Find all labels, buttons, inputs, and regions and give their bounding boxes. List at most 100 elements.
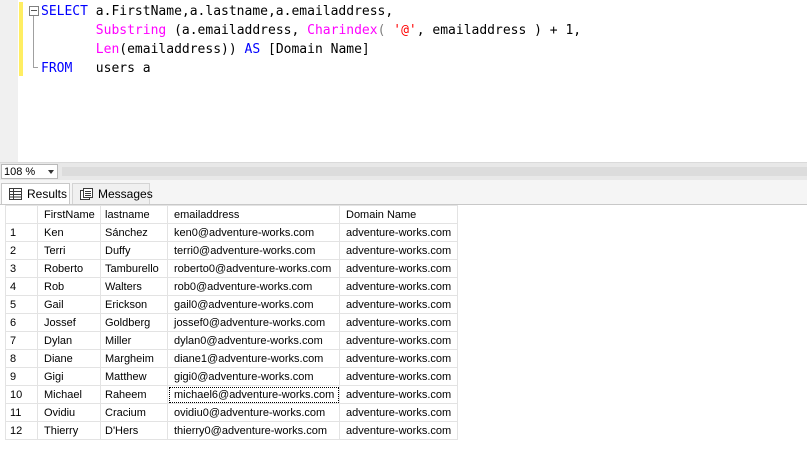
cell-domain-name[interactable]: adventure-works.com (339, 403, 458, 422)
cell-domain-name[interactable]: adventure-works.com (339, 241, 458, 260)
cell-lastname[interactable]: Miller (100, 331, 168, 350)
table-row[interactable]: 4 Rob Walters rob0@adventure-works.com adven… (5, 277, 458, 296)
row-number[interactable]: 12 (5, 421, 38, 440)
results-grid[interactable]: FirstName lastname emailaddress Domain N… (0, 205, 807, 454)
cell-emailaddress[interactable]: dylan0@adventure-works.com (167, 331, 340, 350)
table-row[interactable]: 8 Diane Margheim diane1@adventure-works.com… (5, 349, 458, 368)
select-columns: a.FirstName,a.lastname,a.emailaddress, (95, 4, 394, 19)
row-number[interactable]: 3 (5, 259, 38, 278)
row-number[interactable]: 5 (5, 295, 38, 314)
cell-emailaddress[interactable]: roberto0@adventure-works.com (167, 259, 340, 278)
horizontal-scrollbar[interactable] (62, 167, 807, 176)
cell-emailaddress[interactable]: rob0@adventure-works.com (167, 277, 340, 296)
messages-icon (80, 188, 93, 200)
cell-firstname[interactable]: Gigi (37, 367, 101, 386)
row-number[interactable]: 11 (5, 403, 38, 422)
cell-firstname[interactable]: Terri (37, 241, 101, 260)
cell-emailaddress[interactable]: ovidiu0@adventure-works.com (167, 403, 340, 422)
cell-firstname[interactable]: Roberto (37, 259, 101, 278)
table-row[interactable]: 1 Ken Sánchez ken0@adventure-works.com adven… (5, 223, 458, 242)
table-row[interactable]: 3 Roberto Tamburello roberto0@adventure-wor… (5, 259, 458, 278)
cell-firstname[interactable]: Ken (37, 223, 101, 242)
code-text[interactable]: SELECT a.FirstName,a.lastname,a.emailadd… (41, 2, 581, 78)
cell-firstname[interactable]: Rob (37, 277, 101, 296)
cell-emailaddress[interactable]: jossef0@adventure-works.com (167, 313, 340, 332)
result-tabs: Results Messages (0, 180, 807, 205)
cell-lastname[interactable]: Margheim (100, 349, 168, 368)
column-header-emailaddress[interactable]: emailaddress (167, 205, 340, 224)
cell-firstname[interactable]: Thierry (37, 421, 101, 440)
table-row[interactable]: 6 Jossef Goldberg jossef0@adventure-works.c… (5, 313, 458, 332)
tab-results[interactable]: Results (1, 183, 70, 204)
cell-firstname[interactable]: Gail (37, 295, 101, 314)
tab-messages[interactable]: Messages (72, 183, 153, 204)
column-header-firstname[interactable]: FirstName (37, 205, 101, 224)
tab-messages-label: Messages (98, 187, 153, 201)
keyword-as: AS (244, 42, 261, 57)
table-row[interactable]: 2 Terri Duffy terri0@adventure-works.com adv… (5, 241, 458, 260)
table-row[interactable]: 10 Michael Raheem michael6@adventure-works.… (5, 385, 458, 404)
cell-domain-name[interactable]: adventure-works.com (339, 367, 458, 386)
cell-emailaddress[interactable]: gail0@adventure-works.com (167, 295, 340, 314)
cell-emailaddress[interactable]: terri0@adventure-works.com (167, 241, 340, 260)
header-row: FirstName lastname emailaddress Domain N… (5, 205, 458, 224)
cell-firstname[interactable]: Dylan (37, 331, 101, 350)
cell-lastname[interactable]: D'Hers (100, 421, 168, 440)
cell-firstname[interactable]: Ovidiu (37, 403, 101, 422)
cell-lastname[interactable]: Sánchez (100, 223, 168, 242)
column-header-domain-name[interactable]: Domain Name (339, 205, 458, 224)
cell-lastname[interactable]: Duffy (100, 241, 168, 260)
row-number[interactable]: 1 (5, 223, 38, 242)
cell-emailaddress[interactable]: ken0@adventure-works.com (167, 223, 340, 242)
row-number[interactable]: 2 (5, 241, 38, 260)
cell-lastname[interactable]: Cracium (100, 403, 168, 422)
cell-domain-name[interactable]: adventure-works.com (339, 259, 458, 278)
cell-emailaddress[interactable]: michael6@adventure-works.com (167, 385, 340, 404)
cell-lastname[interactable]: Walters (100, 277, 168, 296)
cell-lastname[interactable]: Goldberg (100, 313, 168, 332)
cell-firstname[interactable]: Jossef (37, 313, 101, 332)
cell-lastname[interactable]: Raheem (100, 385, 168, 404)
sql-editor[interactable]: SELECT a.FirstName,a.lastname,a.emailadd… (0, 0, 807, 162)
cell-domain-name[interactable]: adventure-works.com (339, 385, 458, 404)
chevron-down-icon[interactable] (48, 170, 54, 174)
cell-firstname[interactable]: Diane (37, 349, 101, 368)
row-number[interactable]: 10 (5, 385, 38, 404)
collapse-region-icon[interactable] (29, 6, 39, 16)
results-table: FirstName lastname emailaddress Domain N… (5, 205, 458, 440)
cell-domain-name[interactable]: adventure-works.com (339, 313, 458, 332)
grid-body: 1 Ken Sánchez ken0@adventure-works.com adven… (5, 223, 458, 440)
column-header-lastname[interactable]: lastname (100, 205, 168, 224)
cell-emailaddress[interactable]: diane1@adventure-works.com (167, 349, 340, 368)
table-row[interactable]: 12 Thierry D'Hers thierry0@adventure-works.… (5, 421, 458, 440)
zoom-value: 108 % (4, 166, 36, 178)
table-row[interactable]: 5 Gail Erickson gail0@adventure-works.com ad… (5, 295, 458, 314)
table-row[interactable]: 9 Gigi Matthew gigi0@adventure-works.com adv… (5, 367, 458, 386)
cell-lastname[interactable]: Tamburello (100, 259, 168, 278)
row-number[interactable]: 6 (5, 313, 38, 332)
zoom-bar: 108 % (0, 162, 807, 180)
cell-lastname[interactable]: Matthew (100, 367, 168, 386)
row-number[interactable]: 8 (5, 349, 38, 368)
code-line-3: Len(emailaddress)) AS [Domain Name] (41, 40, 581, 59)
from-table: users a (72, 61, 151, 76)
cell-emailaddress[interactable]: thierry0@adventure-works.com (167, 421, 340, 440)
cell-domain-name[interactable]: adventure-works.com (339, 295, 458, 314)
cell-domain-name[interactable]: adventure-works.com (339, 277, 458, 296)
cell-domain-name[interactable]: adventure-works.com (339, 223, 458, 242)
row-number[interactable]: 4 (5, 277, 38, 296)
row-number-header[interactable] (5, 205, 38, 224)
grid-icon (9, 188, 22, 200)
cell-firstname[interactable]: Michael (37, 385, 101, 404)
cell-domain-name[interactable]: adventure-works.com (339, 421, 458, 440)
cell-emailaddress[interactable]: gigi0@adventure-works.com (167, 367, 340, 386)
table-row[interactable]: 7 Dylan Miller dylan0@adventure-works.com ad… (5, 331, 458, 350)
table-row[interactable]: 11 Ovidiu Cracium ovidiu0@adventure-works.c… (5, 403, 458, 422)
zoom-dropdown[interactable]: 108 % (1, 164, 58, 179)
row-number[interactable]: 9 (5, 367, 38, 386)
cell-domain-name[interactable]: adventure-works.com (339, 349, 458, 368)
keyword-select: SELECT (41, 4, 88, 19)
row-number[interactable]: 7 (5, 331, 38, 350)
cell-lastname[interactable]: Erickson (100, 295, 168, 314)
cell-domain-name[interactable]: adventure-works.com (339, 331, 458, 350)
